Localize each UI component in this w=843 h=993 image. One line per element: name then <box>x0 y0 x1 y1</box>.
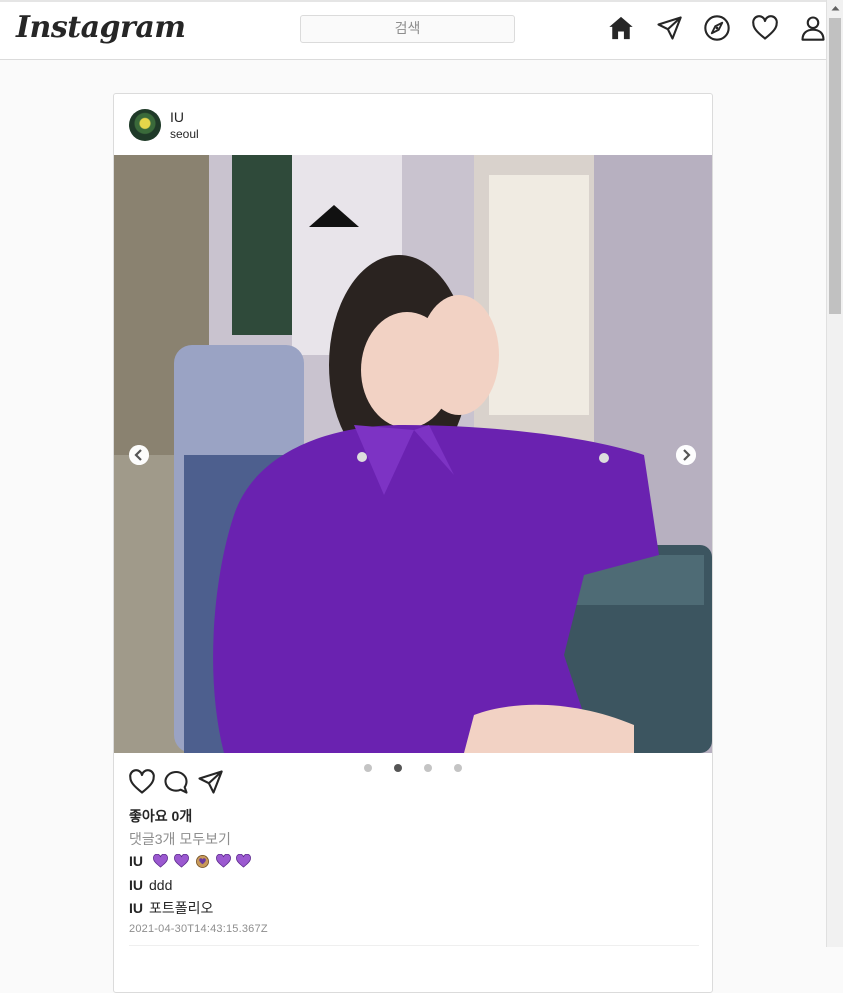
activity-heart-icon[interactable] <box>751 14 779 42</box>
top-navigation-bar: Instagram 검색 <box>0 0 826 60</box>
purple-heart-emoji-icon <box>152 854 168 868</box>
carousel-dot[interactable] <box>364 764 372 772</box>
scrollbar-thumb[interactable] <box>829 18 841 314</box>
comment-divider <box>129 945 699 946</box>
page-scrollbar[interactable] <box>826 0 843 947</box>
comment-item: IU ddd <box>129 877 172 893</box>
post-photo-illustration <box>114 155 712 753</box>
home-icon[interactable] <box>607 14 635 42</box>
post-username[interactable]: IU <box>170 109 184 125</box>
view-all-comments-link[interactable]: 댓글3개 모두보기 <box>129 829 231 849</box>
likes-count[interactable]: 좋아요 0개 <box>129 806 192 826</box>
comment-username[interactable]: IU <box>129 877 143 893</box>
heart-hands-emoji-icon <box>195 855 209 868</box>
avatar[interactable] <box>129 109 161 141</box>
share-send-icon[interactable] <box>196 768 224 796</box>
search-input[interactable]: 검색 <box>300 15 515 43</box>
comment-text: 포트폴리오 <box>149 900 214 916</box>
comment-username[interactable]: IU <box>129 900 143 916</box>
carousel-dot[interactable] <box>454 764 462 772</box>
scroll-up-arrow-icon[interactable] <box>827 0 843 17</box>
comment-username[interactable]: IU <box>129 853 143 869</box>
post-photo[interactable] <box>114 155 712 753</box>
profile-icon[interactable] <box>799 14 827 42</box>
like-heart-icon[interactable] <box>128 768 156 796</box>
post-location[interactable]: seoul <box>170 127 199 141</box>
carousel-dot[interactable] <box>424 764 432 772</box>
carousel-dot-active[interactable] <box>394 764 402 772</box>
post-card: IU seoul 좋아요 0개 댓글3개 모두보기 IU IU ddd IU 포… <box>113 93 713 993</box>
purple-heart-emoji-icon <box>236 854 252 868</box>
purple-heart-emoji-icon <box>173 854 189 868</box>
direct-message-icon[interactable] <box>655 14 683 42</box>
comment-text: ddd <box>149 877 173 893</box>
comment-bubble-icon[interactable] <box>162 768 190 796</box>
post-timestamp: 2021-04-30T14:43:15.367Z <box>129 923 268 935</box>
explore-compass-icon[interactable] <box>703 14 731 42</box>
carousel-prev-arrow[interactable] <box>129 445 149 465</box>
purple-heart-emoji-icon <box>215 854 231 868</box>
comment-item: IU <box>129 853 253 869</box>
instagram-logo[interactable]: Instagram <box>16 10 186 45</box>
comment-item: IU 포트폴리오 <box>129 898 213 918</box>
carousel-next-arrow[interactable] <box>676 445 696 465</box>
